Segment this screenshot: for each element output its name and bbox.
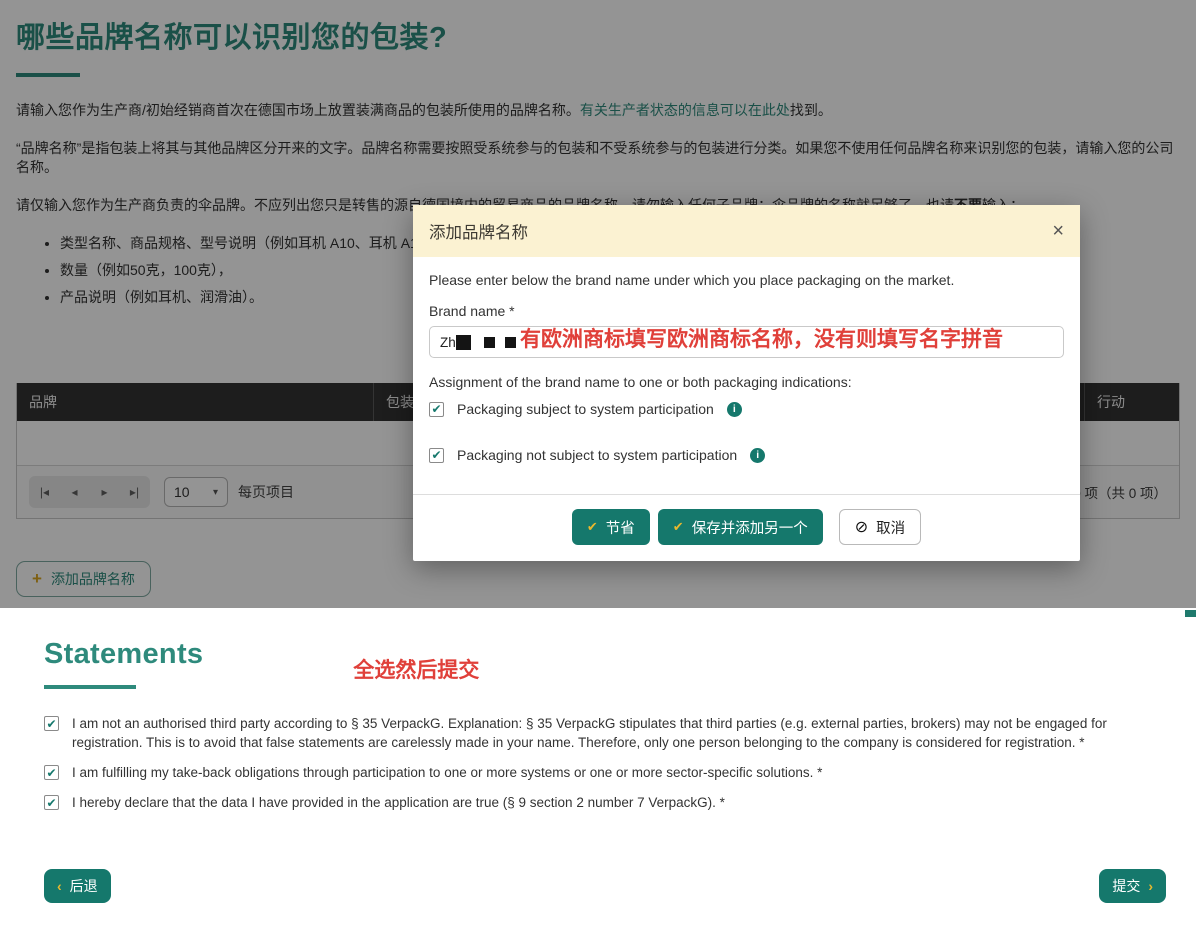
checkmark-icon: ✔: [587, 519, 598, 535]
brand-name-label: Brand name *: [429, 303, 1064, 319]
statements-header: Statements 全选然后提交: [44, 638, 1166, 689]
statements-list: ✔ I am not an authorised third party acc…: [44, 714, 1166, 813]
wizard-nav-buttons: ‹ 后退 提交 ›: [44, 869, 1166, 903]
modal-instruction: Please enter below the brand name under …: [429, 272, 1064, 288]
statement-text: I am not an authorised third party accor…: [72, 714, 1166, 752]
checkmark-icon: ✔: [46, 718, 56, 730]
cancel-button-label: 取消: [876, 517, 905, 538]
checkmark-icon: ✔: [46, 797, 56, 809]
checkbox-not-third-party[interactable]: ✔: [44, 716, 59, 731]
modal-body: Please enter below the brand name under …: [413, 257, 1080, 466]
redaction-block: [505, 337, 516, 348]
checkbox-subject-to-system[interactable]: ✔: [429, 402, 444, 417]
chevron-left-icon: ‹: [57, 878, 62, 894]
checkbox-not-subject-label: Packaging not subject to system particip…: [457, 447, 737, 463]
checkmark-icon: ✔: [431, 449, 441, 461]
statements-underline: [44, 685, 136, 689]
statement-text: I hereby declare that the data I have pr…: [72, 793, 725, 812]
back-button[interactable]: ‹ 后退: [44, 869, 111, 903]
modal-title: 添加品牌名称: [429, 219, 528, 243]
assignment-label: Assignment of the brand name to one or b…: [429, 374, 1064, 390]
submit-button[interactable]: 提交 ›: [1099, 869, 1166, 903]
system-participation-row: ✔ Packaging subject to system participat…: [429, 398, 1064, 420]
redaction-block: [456, 335, 471, 350]
info-icon[interactable]: i: [750, 448, 765, 463]
add-brand-modal: 添加品牌名称 × Please enter below the brand na…: [413, 205, 1080, 561]
teal-dash: [1185, 610, 1196, 617]
save-button-label: 节省: [606, 517, 635, 538]
statement-row: ✔ I am not an authorised third party acc…: [44, 714, 1166, 752]
submit-button-label: 提交: [1112, 876, 1140, 896]
save-and-add-button[interactable]: ✔ 保存并添加另一个: [658, 509, 823, 545]
checkbox-data-true[interactable]: ✔: [44, 795, 59, 810]
redaction-block: [484, 337, 495, 348]
save-button[interactable]: ✔ 节省: [572, 509, 650, 545]
modal-footer: ✔ 节省 ✔ 保存并添加另一个 ⊘ 取消: [413, 494, 1080, 561]
checkbox-not-subject-to-system[interactable]: ✔: [429, 448, 444, 463]
screen: 哪些品牌名称可以识别您的包装? 请输入您作为生产商/初始经销商首次在德国市场上放…: [0, 0, 1196, 928]
checkmark-icon: ✔: [431, 403, 441, 415]
statement-row: ✔ I am fulfilling my take-back obligatio…: [44, 763, 1166, 782]
modal-header: 添加品牌名称 ×: [413, 205, 1080, 257]
back-button-label: 后退: [70, 876, 98, 896]
cancel-icon: ⊘: [855, 517, 868, 537]
statement-text: I am fulfilling my take-back obligations…: [72, 763, 822, 782]
checkmark-icon: ✔: [673, 519, 684, 535]
checkbox-take-back-obligations[interactable]: ✔: [44, 765, 59, 780]
checkmark-icon: ✔: [46, 767, 56, 779]
statements-section: Statements 全选然后提交 ✔ I am not an authoris…: [0, 608, 1196, 928]
checkbox-subject-label: Packaging subject to system participatio…: [457, 401, 714, 417]
statement-row: ✔ I hereby declare that the data I have …: [44, 793, 1166, 812]
annotation-brand-input: 有欧洲商标填写欧洲商标名称，没有则填写名字拼音: [520, 323, 1003, 353]
chevron-right-icon: ›: [1148, 878, 1153, 894]
no-system-participation-row: ✔ Packaging not subject to system partic…: [429, 444, 1064, 466]
cancel-button[interactable]: ⊘ 取消: [839, 509, 921, 545]
annotation-statements: 全选然后提交: [353, 654, 479, 684]
brand-name-value: Zh: [440, 335, 456, 350]
statements-title: Statements: [44, 638, 203, 671]
close-icon[interactable]: ×: [1052, 221, 1064, 241]
info-icon[interactable]: i: [727, 402, 742, 417]
save-and-add-label: 保存并添加另一个: [692, 517, 808, 538]
